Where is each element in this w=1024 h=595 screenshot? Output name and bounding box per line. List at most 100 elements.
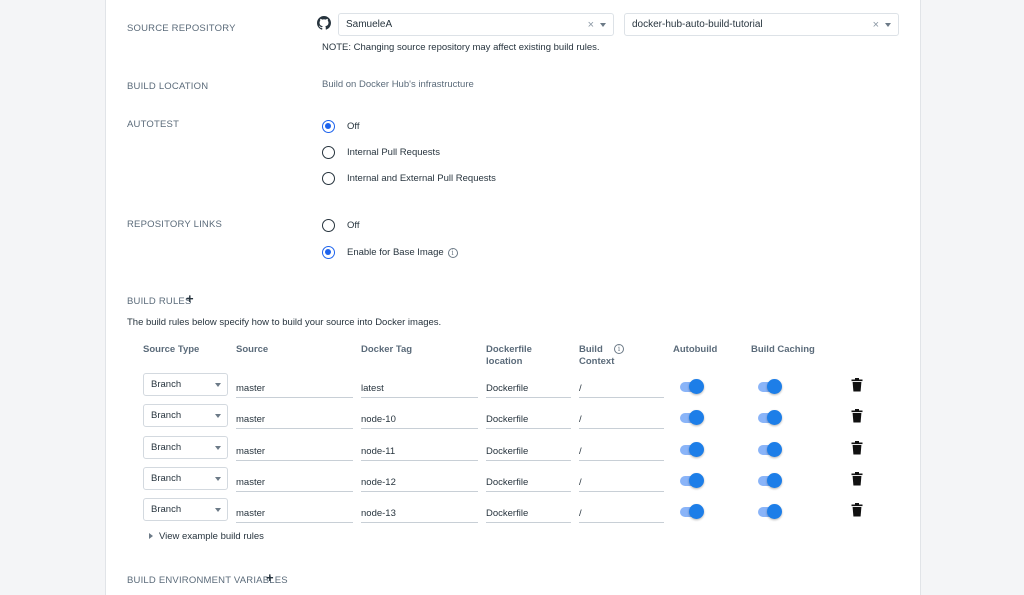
context-input[interactable]: / — [579, 439, 664, 461]
dockerfile-input[interactable]: Dockerfile — [486, 439, 571, 461]
chevron-down-icon[interactable] — [215, 382, 221, 387]
build-location-value: Build on Docker Hub's infrastructure — [322, 79, 474, 90]
build-caching-toggle[interactable] — [758, 442, 782, 457]
dockerfile-input[interactable]: Dockerfile — [486, 470, 571, 492]
col-build-context: Build Context — [579, 344, 614, 368]
repo-links-option-label: Enable for Base Image — [347, 247, 444, 258]
autobuild-toggle[interactable] — [680, 473, 704, 488]
context-input[interactable]: / — [579, 470, 664, 492]
docker-tag-input[interactable]: node-12 — [361, 470, 478, 492]
table-row: Branch master node-10 Dockerfile / — [106, 404, 922, 434]
radio-unselected-icon[interactable] — [322, 219, 335, 232]
source-type-value: Branch — [151, 473, 182, 484]
view-example-label: View example build rules — [159, 531, 264, 542]
source-type-select[interactable]: Branch — [143, 498, 228, 521]
source-type-value: Branch — [151, 410, 182, 421]
col-dockerfile-line1: Dockerfile — [486, 344, 532, 355]
docker-tag-input[interactable]: node-10 — [361, 407, 478, 429]
table-row: Branch master node-13 Dockerfile / — [106, 498, 922, 528]
autobuild-toggle[interactable] — [680, 442, 704, 457]
org-select[interactable]: SamueleA × — [338, 13, 614, 36]
col-autobuild: Autobuild — [673, 344, 718, 355]
autotest-option-off[interactable]: Off — [322, 120, 360, 133]
table-row: Branch master node-12 Dockerfile / — [106, 467, 922, 497]
source-type-select[interactable]: Branch — [143, 467, 228, 490]
table-row: Branch master latest Dockerfile / — [106, 373, 922, 403]
col-context-line2: Context — [579, 356, 615, 367]
build-env-vars-label: BUILD ENVIRONMENT VARIABLES — [127, 575, 288, 586]
col-dockerfile-line2: location — [486, 356, 523, 367]
source-input[interactable]: master — [236, 376, 353, 398]
col-dockerfile-location: Dockerfile location — [486, 344, 532, 368]
radio-selected-icon[interactable] — [322, 246, 335, 259]
source-type-select[interactable]: Branch — [143, 436, 228, 459]
trash-icon[interactable] — [851, 409, 863, 423]
col-docker-tag: Docker Tag — [361, 344, 413, 355]
source-repo-note: NOTE: Changing source repository may aff… — [322, 42, 600, 53]
col-build-caching: Build Caching — [751, 344, 815, 355]
repo-links-option-off[interactable]: Off — [322, 219, 360, 232]
add-env-var-icon[interactable]: + — [266, 571, 274, 584]
col-source-type: Source Type — [143, 344, 200, 355]
autobuild-toggle[interactable] — [680, 504, 704, 519]
autobuild-toggle[interactable] — [680, 379, 704, 394]
build-rules-label: BUILD RULES — [127, 296, 192, 307]
radio-unselected-icon[interactable] — [322, 146, 335, 159]
autotest-option-label: Internal and External Pull Requests — [347, 173, 496, 184]
source-type-value: Branch — [151, 442, 182, 453]
repo-links-option-label: Off — [347, 220, 360, 231]
docker-tag-input[interactable]: node-11 — [361, 439, 478, 461]
chevron-down-icon[interactable] — [600, 22, 606, 27]
settings-panel: SOURCE REPOSITORY SamueleA × docker-hub-… — [105, 0, 921, 595]
docker-tag-input[interactable]: latest — [361, 376, 478, 398]
autotest-option-internal-external[interactable]: Internal and External Pull Requests — [322, 172, 496, 185]
dockerfile-input[interactable]: Dockerfile — [486, 501, 571, 523]
add-build-rule-icon[interactable]: + — [186, 292, 194, 305]
build-caching-toggle[interactable] — [758, 379, 782, 394]
clear-repo-icon[interactable]: × — [873, 19, 879, 31]
chevron-down-icon[interactable] — [885, 22, 891, 27]
table-row: Branch master node-11 Dockerfile / — [106, 436, 922, 466]
build-location-label: BUILD LOCATION — [127, 81, 209, 92]
source-type-value: Branch — [151, 504, 182, 515]
autotest-label: AUTOTEST — [127, 119, 180, 130]
context-input[interactable]: / — [579, 407, 664, 429]
build-caching-toggle[interactable] — [758, 504, 782, 519]
chevron-down-icon[interactable] — [215, 445, 221, 450]
context-input[interactable]: / — [579, 501, 664, 523]
chevron-down-icon[interactable] — [215, 476, 221, 481]
source-type-select[interactable]: Branch — [143, 404, 228, 427]
info-icon[interactable]: i — [447, 247, 458, 258]
col-context-line1: Build — [579, 344, 603, 355]
trash-icon[interactable] — [851, 441, 863, 455]
autobuild-toggle[interactable] — [680, 410, 704, 425]
docker-tag-input[interactable]: node-13 — [361, 501, 478, 523]
trash-icon[interactable] — [851, 378, 863, 392]
context-input[interactable]: / — [579, 376, 664, 398]
dockerfile-input[interactable]: Dockerfile — [486, 407, 571, 429]
build-caching-toggle[interactable] — [758, 410, 782, 425]
repo-select-value: docker-hub-auto-build-tutorial — [632, 19, 763, 30]
source-type-select[interactable]: Branch — [143, 373, 228, 396]
source-input[interactable]: master — [236, 407, 353, 429]
view-example-build-rules-link[interactable]: View example build rules — [149, 531, 264, 542]
radio-unselected-icon[interactable] — [322, 172, 335, 185]
source-input[interactable]: master — [236, 470, 353, 492]
info-icon[interactable]: i — [614, 344, 624, 354]
clear-org-icon[interactable]: × — [588, 19, 594, 31]
org-select-value: SamueleA — [346, 19, 393, 30]
dockerfile-input[interactable]: Dockerfile — [486, 376, 571, 398]
radio-selected-icon[interactable] — [322, 120, 335, 133]
repo-select[interactable]: docker-hub-auto-build-tutorial × — [624, 13, 899, 36]
chevron-down-icon[interactable] — [215, 507, 221, 512]
build-caching-toggle[interactable] — [758, 473, 782, 488]
trash-icon[interactable] — [851, 503, 863, 517]
chevron-down-icon[interactable] — [215, 413, 221, 418]
autotest-option-label: Internal Pull Requests — [347, 147, 440, 158]
trash-icon[interactable] — [851, 472, 863, 486]
source-input[interactable]: master — [236, 501, 353, 523]
autotest-option-internal[interactable]: Internal Pull Requests — [322, 146, 440, 159]
repo-links-option-base-image[interactable]: Enable for Base Image i — [322, 246, 458, 259]
source-input[interactable]: master — [236, 439, 353, 461]
github-icon — [317, 16, 331, 30]
